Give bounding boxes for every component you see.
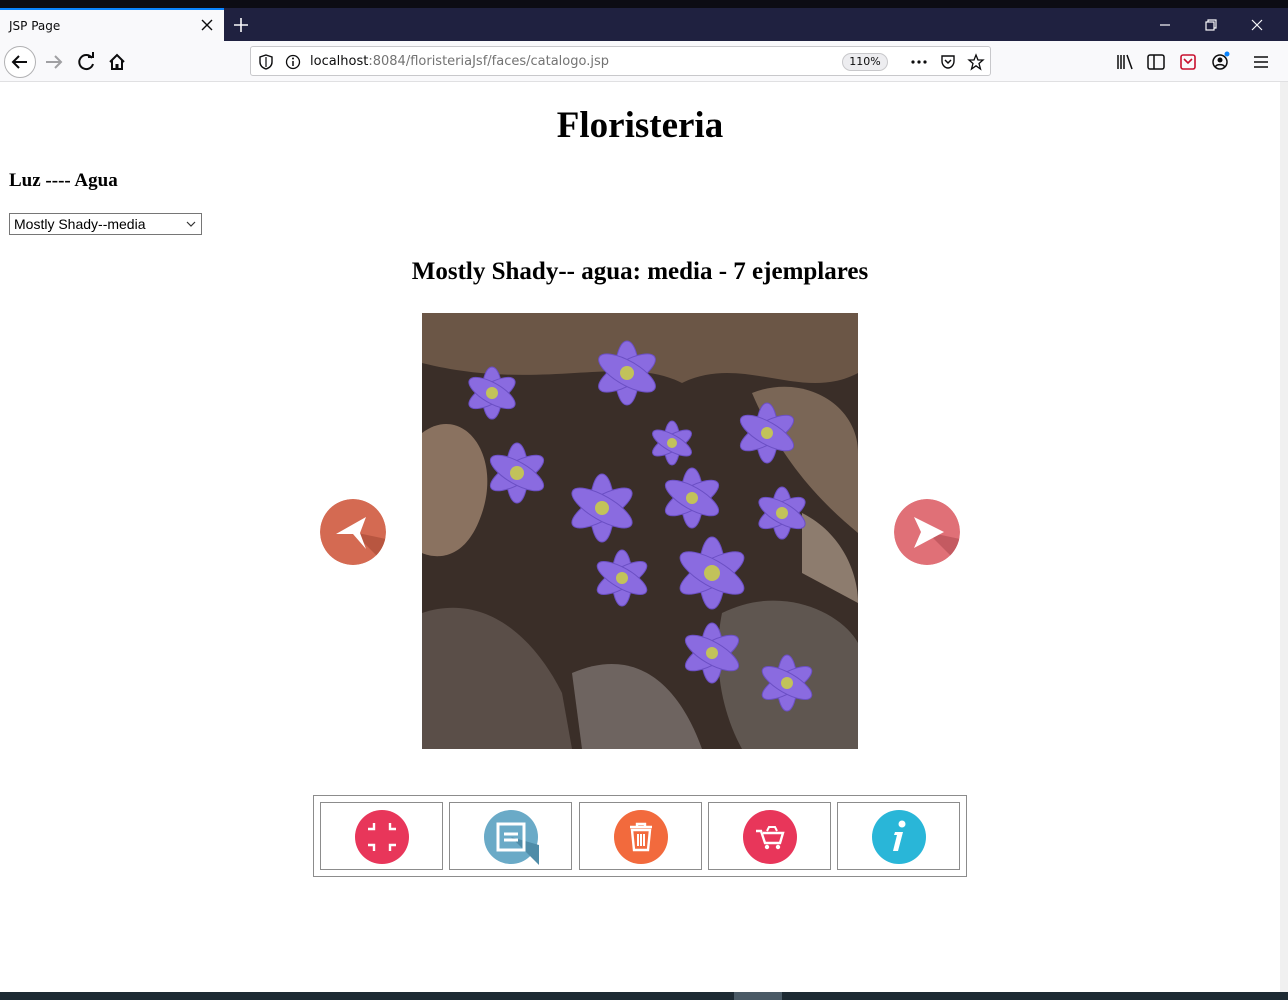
zoom-level-badge[interactable]: 110% (842, 53, 888, 71)
menu-icon[interactable] (1247, 48, 1275, 76)
bookmark-star-icon[interactable] (967, 53, 985, 71)
collapse-button[interactable] (320, 802, 443, 870)
section-title: Mostly Shady-- agua: media - 7 ejemplare… (411, 258, 869, 285)
tab-bar: JSP Page (0, 8, 1288, 41)
close-tab-icon[interactable] (199, 17, 215, 33)
trash-icon (614, 810, 668, 864)
browser-tab[interactable]: JSP Page (0, 8, 224, 41)
pocket-icon[interactable] (939, 53, 957, 71)
home-icon[interactable] (103, 48, 131, 76)
delete-button[interactable] (579, 802, 702, 870)
filter-label: Luz ---- Agua (9, 170, 118, 191)
select-value: Mostly Shady--media (14, 216, 146, 232)
arrow-right-icon[interactable] (894, 499, 960, 565)
url-text[interactable]: localhost:8084/floristeriaJsf/faces/cata… (310, 54, 609, 69)
purple-flowers-photo (422, 313, 858, 749)
pocket-extension-icon[interactable] (1174, 48, 1202, 76)
url-path: :8084/floristeriaJsf/faces/catalogo.jsp (368, 54, 609, 69)
window-top-strip (0, 0, 1288, 8)
light-water-select[interactable]: Mostly Shady--media (9, 213, 202, 235)
scrollbar-gutter (1280, 82, 1288, 992)
minimize-icon[interactable] (1156, 16, 1174, 34)
collapse-icon (355, 810, 409, 864)
taskbar-active-item[interactable] (734, 992, 782, 1000)
address-bar[interactable]: localhost:8084/floristeriaJsf/faces/cata… (250, 46, 991, 76)
account-icon[interactable] (1206, 48, 1234, 76)
library-icon[interactable] (1111, 48, 1139, 76)
back-button[interactable] (4, 46, 36, 78)
reload-icon[interactable] (72, 48, 100, 76)
close-window-icon[interactable] (1248, 16, 1266, 34)
info-circle-icon[interactable] (284, 53, 302, 71)
url-host: localhost (310, 54, 369, 69)
info-button[interactable] (837, 802, 960, 870)
os-taskbar (0, 992, 1288, 1000)
document-icon (484, 810, 539, 865)
add-to-cart-button[interactable] (708, 802, 831, 870)
new-tab-icon[interactable] (231, 15, 251, 35)
page-title: Floristeria (556, 105, 724, 146)
sidebar-icon[interactable] (1142, 48, 1170, 76)
page-content: Floristeria Luz ---- Agua Mostly Shady--… (0, 82, 1280, 992)
info-icon (872, 810, 926, 864)
chevron-down-icon (186, 221, 196, 227)
shield-icon[interactable] (257, 53, 275, 71)
arrow-back-icon (11, 55, 27, 69)
more-actions-icon[interactable] (910, 53, 928, 71)
navigation-toolbar: localhost:8084/floristeriaJsf/faces/cata… (0, 41, 1288, 82)
restore-icon[interactable] (1202, 16, 1220, 34)
actions-table (313, 795, 967, 877)
tab-title: JSP Page (9, 19, 61, 33)
detail-button[interactable] (449, 802, 572, 870)
cart-icon (743, 810, 797, 864)
forward-icon[interactable] (40, 48, 68, 76)
arrow-left-icon[interactable] (320, 499, 386, 565)
